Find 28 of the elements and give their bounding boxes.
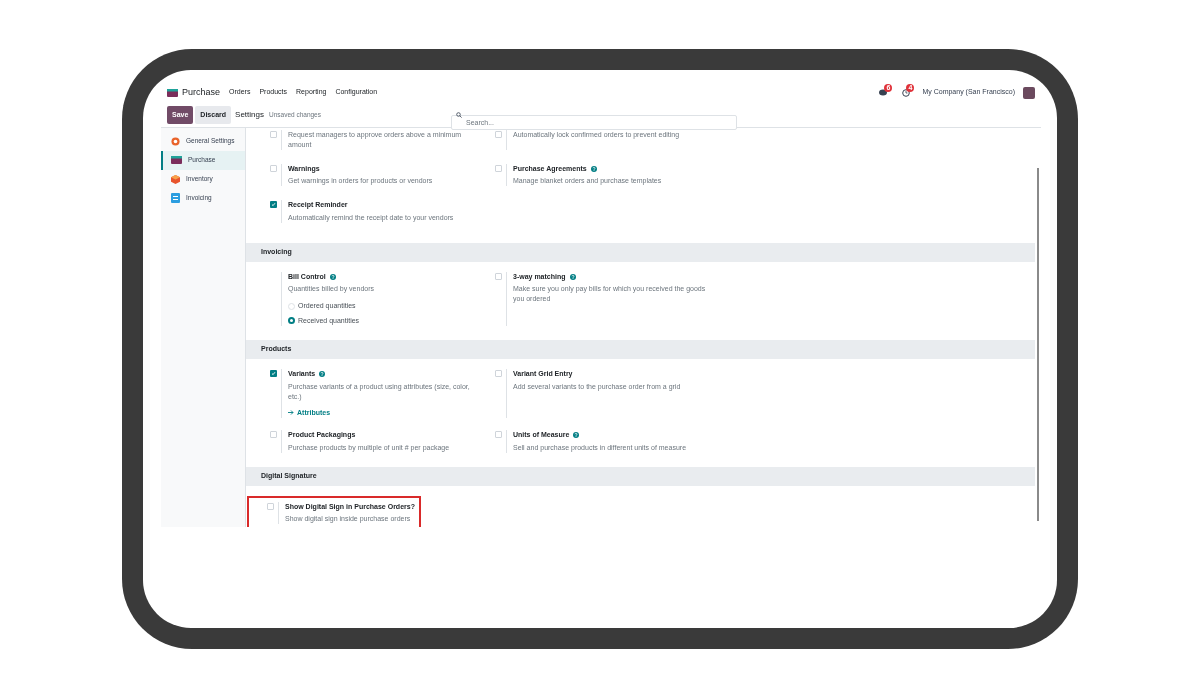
avatar[interactable] bbox=[1023, 86, 1035, 99]
checkbox[interactable] bbox=[494, 370, 502, 377]
arrow-icon bbox=[288, 410, 294, 416]
purchase-app-icon bbox=[167, 88, 178, 97]
help-icon[interactable] bbox=[590, 165, 597, 172]
help-icon[interactable] bbox=[573, 432, 580, 439]
purchase-app-icon bbox=[171, 156, 182, 164]
gear-icon bbox=[171, 136, 180, 146]
clock-icon[interactable] bbox=[902, 88, 911, 97]
checkbox[interactable] bbox=[269, 130, 277, 138]
box-icon bbox=[171, 174, 180, 184]
checkbox[interactable] bbox=[269, 164, 277, 172]
checkbox[interactable] bbox=[269, 370, 277, 377]
search-icon bbox=[456, 112, 462, 118]
invoice-icon bbox=[171, 193, 180, 203]
breadcrumb: Settings bbox=[235, 109, 264, 121]
checkbox[interactable] bbox=[269, 431, 277, 438]
checkbox[interactable] bbox=[494, 272, 502, 280]
radio-button[interactable] bbox=[288, 317, 295, 325]
checkbox[interactable] bbox=[266, 502, 274, 510]
help-icon[interactable] bbox=[329, 273, 336, 280]
help-icon[interactable] bbox=[569, 273, 576, 280]
checkbox[interactable] bbox=[269, 201, 277, 208]
app-name[interactable]: Purchase bbox=[182, 85, 221, 100]
checkbox[interactable] bbox=[494, 130, 502, 138]
checkbox[interactable] bbox=[494, 164, 502, 172]
checkbox[interactable] bbox=[494, 431, 502, 438]
help-icon[interactable] bbox=[319, 371, 326, 378]
